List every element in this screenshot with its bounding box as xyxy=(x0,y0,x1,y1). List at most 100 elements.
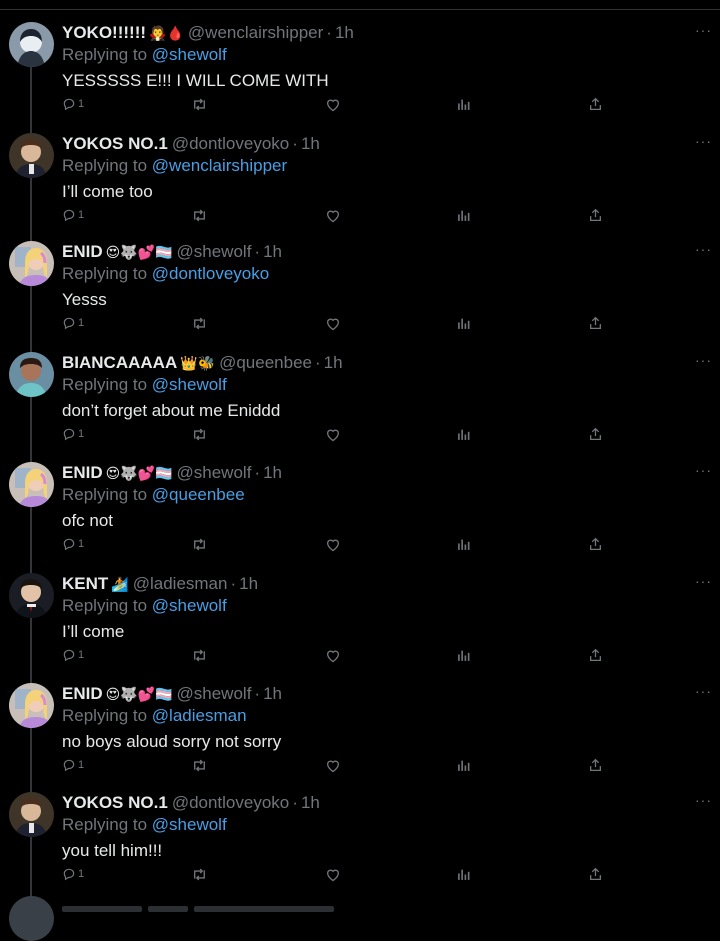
partial-next-reply xyxy=(62,899,362,912)
retweet-button[interactable] xyxy=(191,864,208,884)
reply-tweet[interactable]: BIANCAAAAA 👑🐝 @queenbee · 1h ··· Replying to… xyxy=(0,352,720,462)
like-button[interactable] xyxy=(325,755,341,775)
more-options-icon[interactable]: ··· xyxy=(695,684,712,698)
reply-tweet[interactable]: KENT 🏄 @ladiesman · 1h ··· Replying to @shew… xyxy=(0,573,720,683)
display-name[interactable]: ENID xyxy=(62,242,103,261)
more-options-icon[interactable]: ··· xyxy=(695,463,712,477)
share-button[interactable] xyxy=(589,313,602,333)
retweet-button[interactable] xyxy=(191,645,208,665)
views-button[interactable] xyxy=(457,94,470,114)
timestamp[interactable]: 1h xyxy=(301,793,320,812)
timestamp[interactable]: 1h xyxy=(263,463,282,482)
display-name[interactable]: YOKO!!!!!! xyxy=(62,23,146,42)
like-button[interactable] xyxy=(325,864,341,884)
display-name[interactable]: YOKOS NO.1 xyxy=(62,793,168,812)
display-name[interactable]: KENT xyxy=(62,574,108,593)
reply-button[interactable]: 1 xyxy=(62,645,84,665)
share-button[interactable] xyxy=(589,534,602,554)
like-button[interactable] xyxy=(325,313,341,333)
replying-to: Replying to @queenbee xyxy=(62,484,245,506)
more-options-icon[interactable]: ··· xyxy=(695,134,712,148)
share-button[interactable] xyxy=(589,94,602,114)
replying-mention[interactable]: @queenbee xyxy=(152,485,245,504)
replying-mention[interactable]: @shewolf xyxy=(152,45,227,64)
display-name[interactable]: ENID xyxy=(62,684,103,703)
display-name[interactable]: ENID xyxy=(62,463,103,482)
timestamp[interactable]: 1h xyxy=(239,574,258,593)
display-name[interactable]: BIANCAAAAA xyxy=(62,353,177,372)
reply-tweet[interactable]: ENID 😍🐺💕🏳️‍⚧️ @shewolf · 1h ··· Replying to … xyxy=(0,683,720,793)
retweet-button[interactable] xyxy=(191,424,208,444)
avatar-enid[interactable] xyxy=(9,462,54,507)
reply-tweet[interactable]: YOKOS NO.1 @dontloveyoko · 1h ··· Replying … xyxy=(0,133,720,243)
more-options-icon[interactable]: ··· xyxy=(695,23,712,37)
more-options-icon[interactable]: ··· xyxy=(695,353,712,367)
reply-button[interactable]: 1 xyxy=(62,205,84,225)
avatar-kent[interactable] xyxy=(9,573,54,618)
retweet-button[interactable] xyxy=(191,94,208,114)
like-button[interactable] xyxy=(325,424,341,444)
like-button[interactable] xyxy=(325,534,341,554)
reply-tweet[interactable]: YOKOS NO.1 @dontloveyoko · 1h ··· Replying … xyxy=(0,792,720,902)
like-button[interactable] xyxy=(325,645,341,665)
share-button[interactable] xyxy=(589,424,602,444)
user-handle[interactable]: @dontloveyoko xyxy=(172,793,289,812)
views-button[interactable] xyxy=(457,534,470,554)
user-handle[interactable]: @shewolf xyxy=(177,463,252,482)
avatar-boy[interactable] xyxy=(9,792,54,837)
display-name[interactable]: YOKOS NO.1 xyxy=(62,134,168,153)
replying-mention[interactable]: @shewolf xyxy=(152,596,227,615)
share-button[interactable] xyxy=(589,755,602,775)
replying-mention[interactable]: @wenclairshipper xyxy=(152,156,287,175)
avatar-enid[interactable] xyxy=(9,241,54,286)
views-button[interactable] xyxy=(457,313,470,333)
user-handle[interactable]: @shewolf xyxy=(177,242,252,261)
like-button[interactable] xyxy=(325,205,341,225)
user-handle[interactable]: @ladiesman xyxy=(133,574,228,593)
user-handle[interactable]: @wenclairshipper xyxy=(188,23,323,42)
more-options-icon[interactable]: ··· xyxy=(695,793,712,807)
timestamp[interactable]: 1h xyxy=(301,134,320,153)
timestamp[interactable]: 1h xyxy=(335,23,354,42)
avatar-yoko[interactable] xyxy=(9,22,54,67)
share-button[interactable] xyxy=(589,645,602,665)
timestamp[interactable]: 1h xyxy=(263,684,282,703)
heart-icon xyxy=(326,650,340,662)
views-button[interactable] xyxy=(457,864,470,884)
avatar-boy[interactable] xyxy=(9,133,54,178)
views-button[interactable] xyxy=(457,645,470,665)
timestamp[interactable]: 1h xyxy=(324,353,343,372)
reply-tweet[interactable]: YOKO!!!!!! 🧛🩸 @wenclairshipper · 1h ··· Repl… xyxy=(0,22,720,132)
reply-tweet[interactable]: ENID 😍🐺💕🏳️‍⚧️ @shewolf · 1h ··· Replying to … xyxy=(0,241,720,351)
retweet-button[interactable] xyxy=(191,534,208,554)
avatar-enid[interactable] xyxy=(9,683,54,728)
views-button[interactable] xyxy=(457,205,470,225)
reply-tweet[interactable]: ENID 😍🐺💕🏳️‍⚧️ @shewolf · 1h ··· Replying to … xyxy=(0,462,720,572)
views-button[interactable] xyxy=(457,755,470,775)
reply-button[interactable]: 1 xyxy=(62,313,84,333)
user-handle[interactable]: @dontloveyoko xyxy=(172,134,289,153)
like-button[interactable] xyxy=(325,94,341,114)
reply-button[interactable]: 1 xyxy=(62,864,84,884)
replying-mention[interactable]: @shewolf xyxy=(152,815,227,834)
more-options-icon[interactable]: ··· xyxy=(695,242,712,256)
views-button[interactable] xyxy=(457,424,470,444)
reply-button[interactable]: 1 xyxy=(62,755,84,775)
retweet-button[interactable] xyxy=(191,755,208,775)
replying-mention[interactable]: @shewolf xyxy=(152,375,227,394)
user-handle[interactable]: @queenbee xyxy=(219,353,312,372)
retweet-button[interactable] xyxy=(191,205,208,225)
avatar-bianca[interactable] xyxy=(9,352,54,397)
reply-button[interactable]: 1 xyxy=(62,534,84,554)
avatar-partial[interactable] xyxy=(9,896,54,941)
share-button[interactable] xyxy=(589,864,602,884)
user-handle[interactable]: @shewolf xyxy=(177,684,252,703)
reply-button[interactable]: 1 xyxy=(62,424,84,444)
more-options-icon[interactable]: ··· xyxy=(695,574,712,588)
timestamp[interactable]: 1h xyxy=(263,242,282,261)
share-button[interactable] xyxy=(589,205,602,225)
replying-mention[interactable]: @ladiesman xyxy=(152,706,247,725)
replying-mention[interactable]: @dontloveyoko xyxy=(152,264,269,283)
reply-button[interactable]: 1 xyxy=(62,94,84,114)
retweet-button[interactable] xyxy=(191,313,208,333)
